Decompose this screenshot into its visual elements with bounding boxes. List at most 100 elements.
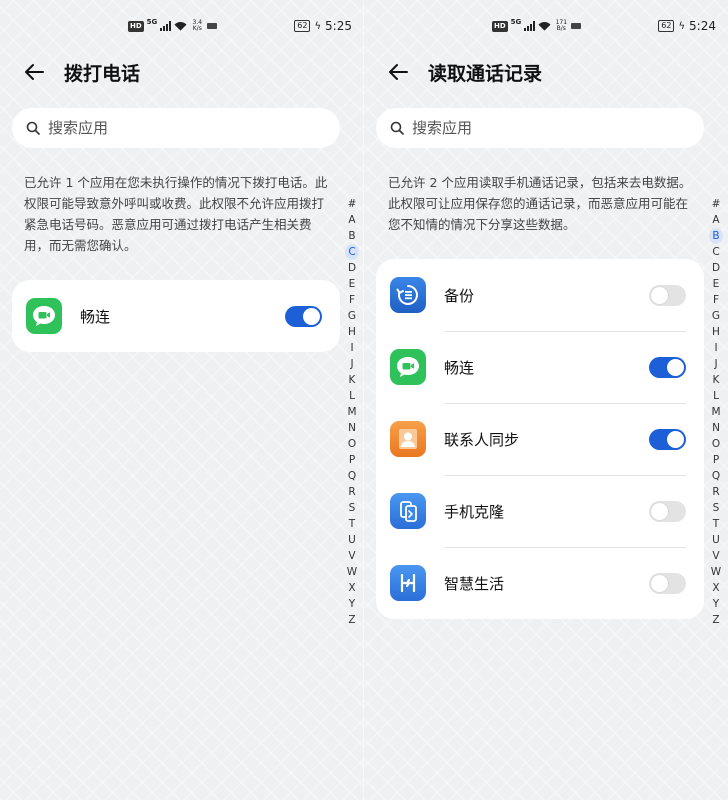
alphabet-letter[interactable]: #: [709, 196, 723, 212]
permission-toggle[interactable]: [285, 305, 322, 327]
alphabet-letter[interactable]: P: [345, 452, 359, 468]
search-input[interactable]: [412, 119, 672, 137]
alphabet-letter[interactable]: W: [345, 564, 359, 580]
alphabet-letter[interactable]: X: [345, 580, 359, 596]
alphabet-letter[interactable]: R: [345, 484, 359, 500]
alphabet-letter[interactable]: J: [709, 356, 723, 372]
alphabet-letter[interactable]: A: [709, 212, 723, 228]
backup-icon: [390, 277, 426, 313]
alphabet-letter[interactable]: L: [345, 388, 359, 404]
alphabet-letter[interactable]: N: [345, 420, 359, 436]
app-name: 畅连: [444, 358, 475, 377]
alphabet-letter[interactable]: B: [709, 228, 723, 244]
alphabet-letter[interactable]: U: [345, 532, 359, 548]
alphabet-letter[interactable]: L: [709, 388, 723, 404]
permission-toggle[interactable]: [649, 356, 686, 378]
alphabet-letter[interactable]: C: [709, 244, 723, 260]
alphabet-letter[interactable]: S: [345, 500, 359, 516]
alphabet-letter[interactable]: H: [345, 324, 359, 340]
app-row-backup[interactable]: 备份: [376, 259, 704, 331]
page-title: 拨打电话: [64, 62, 141, 85]
permission-description: 已允许 2 个应用读取手机通话记录，包括来去电数据。此权限可让应用保存您的通话记…: [388, 175, 692, 232]
alphabet-letter[interactable]: Z: [709, 612, 723, 628]
alphabet-letter[interactable]: W: [709, 564, 723, 580]
hd-icon: HD: [492, 20, 508, 32]
alphabet-letter[interactable]: P: [709, 452, 723, 468]
clock: 5:24: [689, 19, 716, 33]
network-speed: 3.4 K/s: [192, 19, 203, 32]
alphabet-letter[interactable]: K: [709, 372, 723, 388]
alphabet-letter[interactable]: D: [345, 260, 359, 276]
alphabet-letter[interactable]: N: [709, 420, 723, 436]
app-row-phone-clone[interactable]: 手机克隆: [376, 475, 704, 547]
alphabet-letter[interactable]: F: [345, 292, 359, 308]
alphabet-letter[interactable]: E: [345, 276, 359, 292]
alphabet-letter[interactable]: O: [345, 436, 359, 452]
contacts-sync-icon: [390, 421, 426, 457]
search-bar[interactable]: [12, 108, 340, 148]
app-row-changlian[interactable]: 畅连: [12, 280, 340, 352]
alphabet-letter[interactable]: M: [709, 404, 723, 420]
signal-icon: [524, 21, 536, 31]
back-arrow-icon[interactable]: [386, 60, 410, 84]
status-bar: HD 5G 3.4 K/s 62 ϟ 5:25: [128, 14, 352, 38]
changlian-icon: [390, 349, 426, 385]
alphabet-letter[interactable]: E: [709, 276, 723, 292]
alphabet-letter[interactable]: S: [709, 500, 723, 516]
alphabet-letter[interactable]: C: [345, 244, 359, 260]
app-name: 畅连: [80, 307, 111, 326]
wifi-icon: [174, 22, 187, 31]
app-row-smart-life[interactable]: 智慧生活: [376, 547, 704, 619]
alphabet-index[interactable]: # A B C D E F G H I J K L M N O P Q R S T U V W X Y Z: [709, 196, 723, 628]
alphabet-letter[interactable]: M: [345, 404, 359, 420]
alphabet-letter[interactable]: D: [709, 260, 723, 276]
alphabet-letter[interactable]: V: [345, 548, 359, 564]
app-row-changlian[interactable]: 畅连: [376, 331, 704, 403]
alphabet-letter[interactable]: F: [709, 292, 723, 308]
back-arrow-icon[interactable]: [22, 60, 46, 84]
alphabet-letter[interactable]: K: [345, 372, 359, 388]
alphabet-letter[interactable]: #: [345, 196, 359, 212]
alphabet-letter[interactable]: Y: [709, 596, 723, 612]
permission-description: 已允许 1 个应用在您未执行操作的情况下拨打电话。此权限可能导致意外呼叫或收费。…: [24, 175, 328, 253]
alphabet-letter[interactable]: U: [709, 532, 723, 548]
alphabet-letter[interactable]: J: [345, 356, 359, 372]
app-name: 联系人同步: [444, 430, 520, 449]
alphabet-letter[interactable]: A: [345, 212, 359, 228]
alphabet-letter[interactable]: T: [345, 516, 359, 532]
app-name: 备份: [444, 286, 475, 305]
alphabet-letter[interactable]: V: [709, 548, 723, 564]
header: 读取通话记录: [386, 56, 542, 88]
alphabet-letter[interactable]: G: [345, 308, 359, 324]
page-title: 读取通话记录: [428, 62, 543, 85]
permission-toggle[interactable]: [649, 428, 686, 450]
app-list-card: 备份 畅连 联系人同步 手机克隆 智慧生活: [376, 259, 704, 619]
smart-life-icon: [390, 565, 426, 601]
alphabet-letter[interactable]: X: [709, 580, 723, 596]
alphabet-letter[interactable]: R: [709, 484, 723, 500]
permission-toggle[interactable]: [649, 500, 686, 522]
charging-icon: ϟ: [314, 20, 322, 32]
changlian-icon: [26, 298, 62, 334]
alphabet-letter[interactable]: I: [709, 340, 723, 356]
network-type: 5G: [510, 18, 522, 26]
alphabet-letter[interactable]: Q: [709, 468, 723, 484]
alphabet-letter[interactable]: B: [345, 228, 359, 244]
search-input[interactable]: [48, 119, 308, 137]
battery-icon: 62: [294, 20, 311, 32]
permission-toggle[interactable]: [649, 284, 686, 306]
search-bar[interactable]: [376, 108, 704, 148]
alphabet-index[interactable]: # A B C D E F G H I J K L M N O P Q R S T U V W X Y Z: [345, 196, 359, 628]
alphabet-letter[interactable]: Y: [345, 596, 359, 612]
alphabet-letter[interactable]: T: [709, 516, 723, 532]
app-list-card: 畅连: [12, 280, 340, 352]
alphabet-letter[interactable]: H: [709, 324, 723, 340]
app-row-contacts-sync[interactable]: 联系人同步: [376, 403, 704, 475]
alphabet-letter[interactable]: O: [709, 436, 723, 452]
permission-toggle[interactable]: [649, 572, 686, 594]
signal-icon: [160, 21, 172, 31]
alphabet-letter[interactable]: Q: [345, 468, 359, 484]
alphabet-letter[interactable]: G: [709, 308, 723, 324]
alphabet-letter[interactable]: I: [345, 340, 359, 356]
alphabet-letter[interactable]: Z: [345, 612, 359, 628]
